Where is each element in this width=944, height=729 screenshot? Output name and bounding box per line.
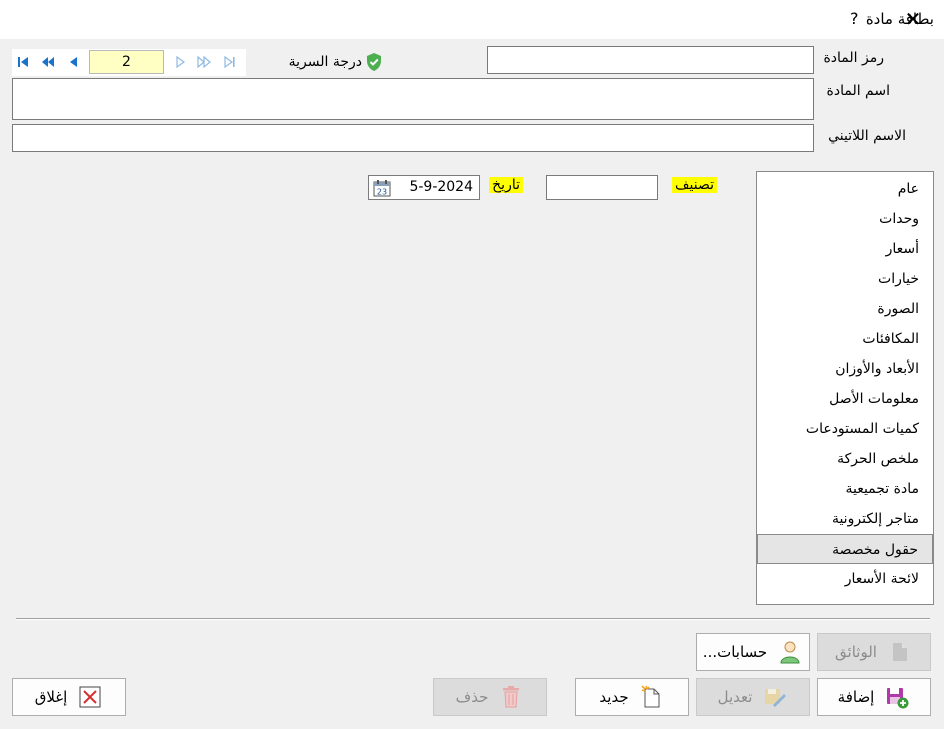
delete-label: حذف [455,688,489,706]
add-button[interactable]: إضافة [817,678,931,716]
tab-online-stores[interactable]: متاجر إلكترونية [757,504,933,534]
code-label: رمز المادة [823,50,884,66]
next-record-icon[interactable] [172,54,188,70]
date-picker[interactable]: 23 5-9-2024 [368,175,480,200]
user-icon [777,639,803,665]
tab-list: عام وحدات أسعار خيارات الصورة المكافئات … [756,171,934,605]
date-label: تاريخ [489,177,523,193]
documents-button[interactable]: الوثائق [817,633,931,671]
code-input[interactable] [487,46,814,74]
edit-label: تعديل [717,688,753,706]
tab-warehouse-quantities[interactable]: كميات المستودعات [757,414,933,444]
accounts-label: حسابات... [702,643,768,661]
documents-label: الوثائق [835,643,877,661]
edit-button[interactable]: تعديل [696,678,810,716]
tab-image[interactable]: الصورة [757,294,933,324]
tab-assembly-item[interactable]: مادة تجميعية [757,474,933,504]
tab-units[interactable]: وحدات [757,204,933,234]
name-input[interactable] [12,78,814,120]
delete-button[interactable]: حذف [433,678,547,716]
title-bar [0,0,944,39]
close-x-icon [77,684,103,710]
previous-page-icon[interactable] [40,54,56,70]
shield-check-icon [367,53,381,71]
close-label: إغلاق [34,688,68,706]
tab-origin-info[interactable]: معلومات الأصل [757,384,933,414]
new-button[interactable]: جديد [575,678,689,716]
accounts-button[interactable]: حسابات... [696,633,810,671]
save-add-icon [884,684,910,710]
tab-equivalents[interactable]: المكافئات [757,324,933,354]
document-icon [887,639,913,665]
new-label: جديد [599,688,629,706]
last-record-icon[interactable] [222,54,238,70]
edit-icon [762,684,788,710]
tab-general[interactable]: عام [757,174,933,204]
first-record-icon[interactable] [15,54,31,70]
name-label: اسم المادة [826,83,890,99]
svg-text:23: 23 [377,188,387,197]
new-document-icon [639,684,665,710]
add-label: إضافة [837,688,875,706]
date-value: 5-9-2024 [409,179,473,195]
close-button[interactable]: إغلاق [12,678,126,716]
help-button[interactable]: ? [850,9,859,28]
tab-dimensions-weights[interactable]: الأبعاد والأوزان [757,354,933,384]
next-page-icon[interactable] [196,54,212,70]
trash-icon [498,684,524,710]
previous-record-icon[interactable] [66,54,82,70]
tab-custom-fields[interactable]: حقول مخصصة [757,534,933,564]
tab-movement-summary[interactable]: ملخص الحركة [757,444,933,474]
calendar-icon[interactable]: 23 [373,179,391,197]
security-level-label: درجة السرية [288,54,362,70]
tab-price-list[interactable]: لائحة الأسعار [757,564,933,594]
tab-options[interactable]: خيارات [757,264,933,294]
separator [16,618,930,620]
latin-name-input[interactable] [12,124,814,152]
classification-label: تصنيف [672,177,717,193]
close-window-button[interactable]: ✕ [902,8,924,30]
latin-name-label: الاسم اللاتيني [828,128,906,144]
classification-input[interactable] [546,175,658,200]
tab-prices[interactable]: أسعار [757,234,933,264]
page-number-field[interactable]: 2 [89,50,164,74]
